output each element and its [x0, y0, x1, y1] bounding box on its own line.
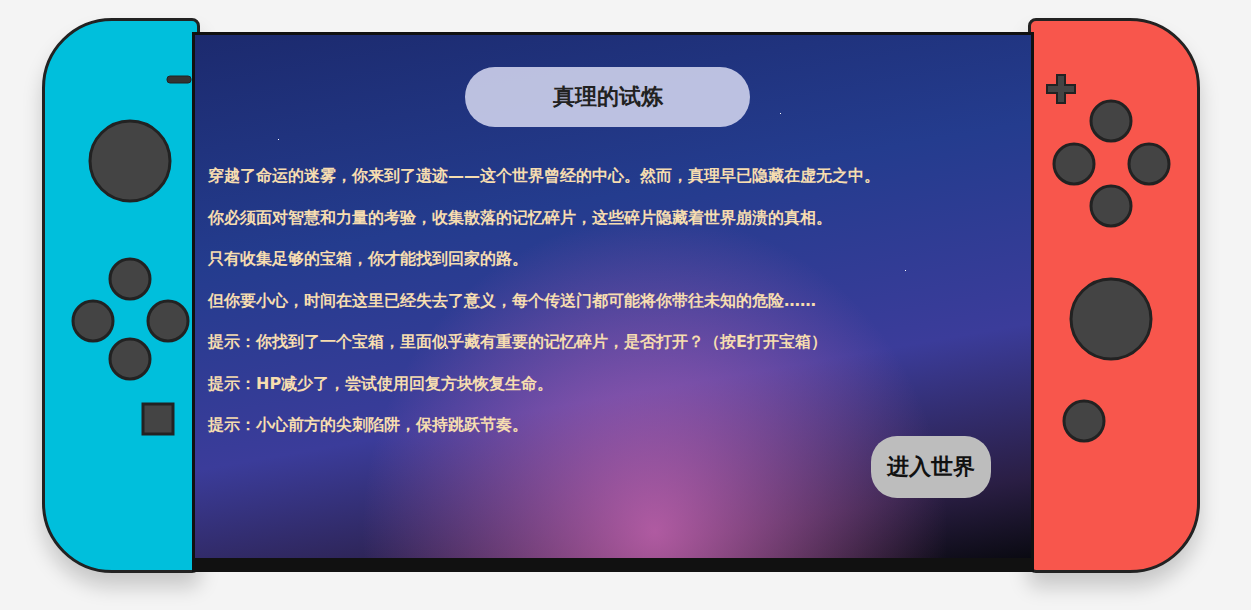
hint-line: 提示：你找到了一个宝箱，里面似乎藏有重要的记忆碎片，是否打开？（按E打开宝箱）: [208, 321, 1017, 363]
hint-line: 提示：HP减少了，尝试使用回复方块恢复生命。: [208, 363, 1017, 405]
story-line: 只有收集足够的宝箱，你才能找到回家的路。: [208, 238, 1017, 280]
enter-world-button[interactable]: 进入世界: [871, 436, 991, 498]
game-console: 真理的试炼穿越了命运的迷雾，你来到了遗迹——这个世界曾经的中心。然而，真理早已隐…: [42, 18, 1214, 578]
story-line: 但你要小心，时间在这里已经失去了意义，每个传送门都可能将你带往未知的危险……: [208, 280, 1017, 322]
title: 真理的试炼: [465, 67, 750, 127]
right-joycon: [1028, 18, 1200, 573]
story-text: 穿越了命运的迷雾，你来到了遗迹——这个世界曾经的中心。然而，真理早已隐藏在虚无之…: [208, 155, 1017, 446]
left-joycon: [42, 18, 200, 573]
game-screen: 真理的试炼穿越了命运的迷雾，你来到了遗迹——这个世界曾经的中心。然而，真理早已隐…: [192, 32, 1034, 572]
story-line: 你必须面对智慧和力量的考验，收集散落的记忆碎片，这些碎片隐藏着世界崩溃的真相。: [208, 197, 1017, 239]
story-line: 穿越了命运的迷雾，你来到了遗迹——这个世界曾经的中心。然而，真理早已隐藏在虚无之…: [208, 155, 1017, 197]
left-joycon-icon: [45, 21, 197, 570]
right-joycon-icon: [1031, 21, 1197, 570]
